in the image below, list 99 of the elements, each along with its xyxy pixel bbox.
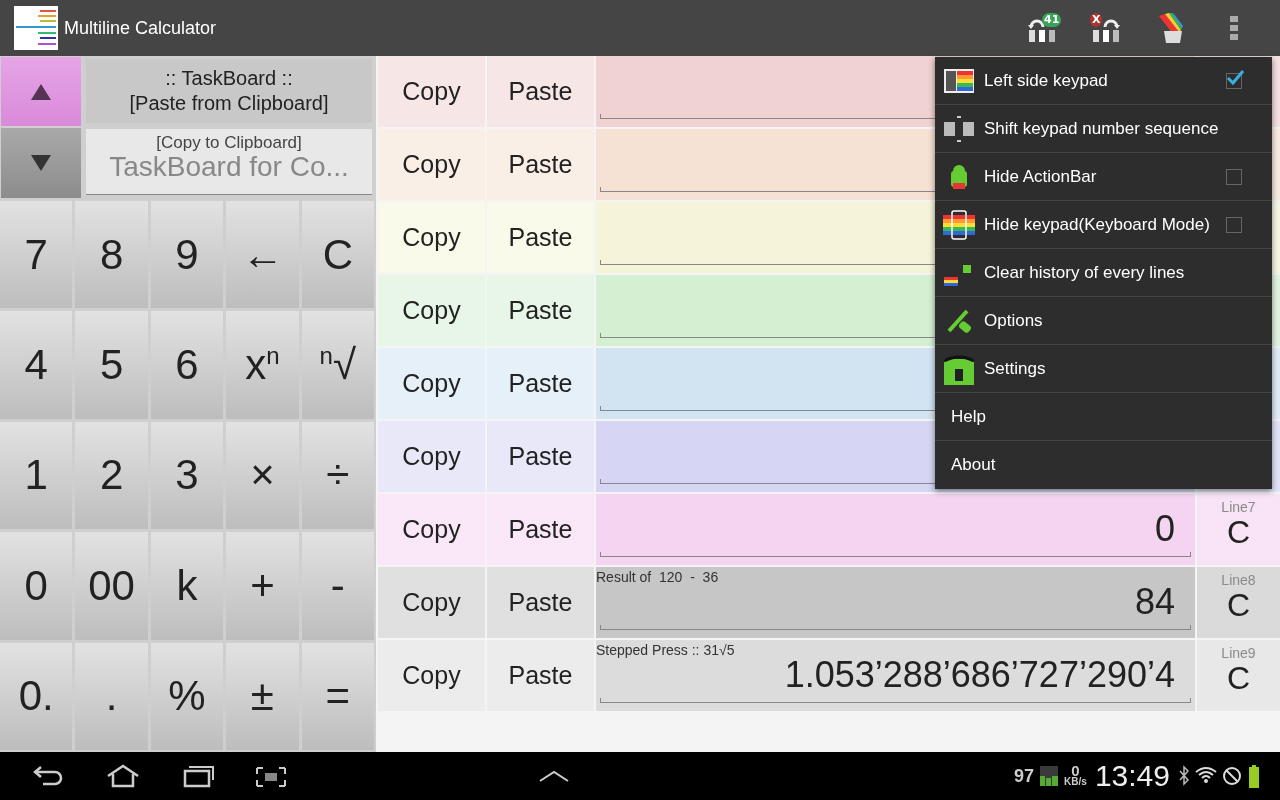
redo-button[interactable]: X <box>1074 0 1138 56</box>
keypad-key[interactable]: 6 <box>150 311 224 419</box>
menu-item[interactable]: Options <box>935 297 1272 345</box>
menu-icon <box>1230 16 1238 40</box>
keypad-key[interactable]: ÷ <box>301 421 374 530</box>
keypad-key[interactable]: % <box>150 642 224 750</box>
menu-item-label: Clear history of every lines <box>984 262 1186 283</box>
menu-item[interactable]: Shift keypad number sequence <box>935 105 1272 153</box>
paste-button[interactable]: Paste <box>487 640 594 711</box>
menu-item-icon <box>943 208 975 241</box>
battery-level-text: 97 <box>1014 765 1035 787</box>
paste-button[interactable]: Paste <box>487 494 594 565</box>
menu-item-label: Hide keypad(Keyboard Mode) <box>984 214 1211 235</box>
line-field[interactable]: Result of 120 - 36 84 <box>596 567 1195 638</box>
menu-item-label: Settings <box>984 358 1047 379</box>
taskboard-text: TaskBoard for Co... <box>109 153 349 181</box>
paste-button[interactable]: Paste <box>487 56 594 127</box>
keypad-key[interactable]: $^{n}$√ <box>301 311 374 419</box>
paste-button[interactable]: Paste <box>487 567 594 638</box>
copy-button[interactable]: Copy <box>378 275 485 346</box>
line-label: Line9 <box>1221 646 1256 660</box>
menu-item-label: Shift keypad number sequence <box>984 118 1220 139</box>
menu-item[interactable]: Settings <box>935 345 1272 393</box>
network-speed-value: 0 <box>1071 765 1080 776</box>
caret-icon <box>539 770 570 782</box>
copy-button[interactable]: Copy <box>378 56 485 127</box>
line-label: Line7 <box>1221 500 1256 514</box>
checkbox[interactable] <box>1226 72 1242 89</box>
line-note: Result of 120 - 36 <box>596 569 719 585</box>
clock: 13:49 <box>1094 759 1170 793</box>
menu-item-label: About <box>951 455 997 475</box>
copy-button[interactable]: Copy <box>378 640 485 711</box>
copy-button[interactable]: Copy <box>378 421 485 492</box>
menu-item-label: Help <box>951 406 987 427</box>
scroll-down-button[interactable] <box>1 128 81 198</box>
keypad-key[interactable]: 2 <box>75 421 148 530</box>
keypad-key[interactable]: 1 <box>0 421 73 530</box>
line-note: Stepped Press :: 31√5 <box>596 642 735 658</box>
keypad-key[interactable]: 7 <box>0 201 73 309</box>
copy-button[interactable]: Copy <box>378 348 485 419</box>
menu-item[interactable]: Clear history of every lines <box>935 249 1272 297</box>
keypad-key[interactable]: 4 <box>0 311 73 419</box>
line-label: Line8 <box>1221 573 1256 587</box>
keypad-key[interactable]: 3 <box>150 421 224 530</box>
taskboard-copy-field[interactable]: [Copy to Clipboard] TaskBoard for Co... <box>86 129 372 195</box>
keypad-key[interactable]: ± <box>226 642 299 750</box>
app-title: Multiline Calculator <box>64 17 217 39</box>
keypad-key[interactable]: ← <box>226 201 299 309</box>
checkbox[interactable] <box>1226 216 1242 233</box>
keypad-key[interactable]: + <box>226 532 299 640</box>
line-value: 84 <box>1133 581 1176 623</box>
keypad-key[interactable]: - <box>301 532 374 640</box>
clear-badge: X <box>1090 13 1103 27</box>
paste-button[interactable]: Paste <box>487 348 594 419</box>
cpu-meter-icon <box>1040 766 1059 786</box>
keypad-key[interactable]: 0 <box>0 532 73 640</box>
clear-line-button[interactable]: Line9 C <box>1197 640 1280 711</box>
copy-button[interactable]: Copy <box>378 129 485 200</box>
menu-item-label: Left side keypad <box>984 70 1109 91</box>
keypad-key[interactable]: 5 <box>75 311 148 419</box>
keypad-key[interactable]: 0. <box>0 642 73 750</box>
line-field[interactable]: Stepped Press :: 31√5 1.053’288’686’727’290’4 <box>596 640 1195 711</box>
line-field[interactable]: 0 <box>596 494 1195 565</box>
keypad-key[interactable]: 8 <box>75 201 148 309</box>
keypad-key[interactable]: k <box>150 532 224 640</box>
menu-item-label: Options <box>984 310 1044 331</box>
keypad-key[interactable]: = <box>301 642 374 750</box>
up-triangle-icon <box>31 83 51 100</box>
line-value: 1.053’288’686’727’290’4 <box>783 654 1176 696</box>
paste-button[interactable]: Paste <box>487 421 594 492</box>
menu-item[interactable]: Left side keypad <box>935 57 1272 105</box>
menu-item-label: Hide ActionBar <box>984 166 1098 187</box>
keypad-key[interactable]: C <box>301 201 374 309</box>
line-value: 0 <box>1153 508 1176 550</box>
network-speed-unit: KB/s <box>1064 776 1087 787</box>
keypad-key[interactable]: 9 <box>150 201 224 309</box>
taskboard-paste-button[interactable]: :: TaskBoard :: [Paste from Clipboard] <box>86 59 372 123</box>
copy-button[interactable]: Copy <box>378 202 485 273</box>
count-badge: 41 <box>1042 13 1062 27</box>
copy-to-clipboard-label: [Copy to Clipboard] <box>156 133 302 153</box>
paste-button[interactable]: Paste <box>487 202 594 273</box>
menu-item[interactable]: Hide ActionBar <box>935 153 1272 201</box>
menu-item[interactable]: Help <box>935 393 1272 441</box>
keypad-key[interactable]: x$^{n}$ <box>226 311 299 419</box>
keypad-key[interactable]: × <box>226 421 299 530</box>
paste-button[interactable]: Paste <box>487 275 594 346</box>
copy-button[interactable]: Copy <box>378 494 485 565</box>
menu-item[interactable]: About <box>935 441 1272 489</box>
scroll-up-button[interactable] <box>1 57 81 126</box>
menu-item[interactable]: Hide keypad(Keyboard Mode) <box>935 201 1272 249</box>
copy-button[interactable]: Copy <box>378 567 485 638</box>
keypad-key[interactable]: . <box>75 642 148 750</box>
clear-line-button[interactable]: Line7 C <box>1197 494 1280 565</box>
down-triangle-icon <box>31 155 51 171</box>
keypad-key[interactable]: 00 <box>75 532 148 640</box>
checkbox[interactable] <box>1226 168 1242 185</box>
home-icon <box>105 762 141 790</box>
paste-button[interactable]: Paste <box>487 129 594 200</box>
clear-line-button[interactable]: Line8 C <box>1197 567 1280 638</box>
